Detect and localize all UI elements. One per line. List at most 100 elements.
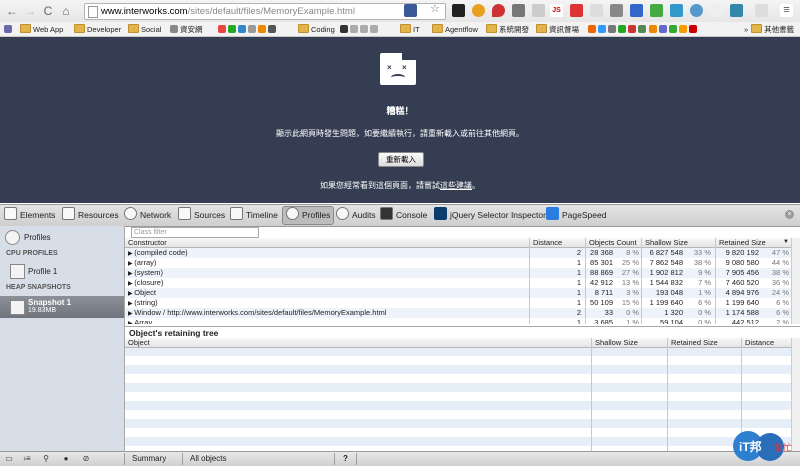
- home-icon[interactable]: ⌂: [58, 3, 74, 19]
- header-retained-size[interactable]: Retained Size: [719, 238, 766, 247]
- header-ret-distance[interactable]: Distance: [745, 338, 774, 347]
- dock-icon[interactable]: ▭: [3, 454, 15, 464]
- profiles-sidebar: Profiles CPU PROFILES Profile 1 HEAP SNA…: [0, 226, 125, 451]
- mail-icon[interactable]: [590, 4, 603, 17]
- console-drawer-icon[interactable]: ›≡: [21, 454, 33, 464]
- bookmark-security-site[interactable]: 資安網: [170, 24, 203, 35]
- cell-count-pct: 25 %: [621, 258, 639, 267]
- tab-jquery-selector[interactable]: jQuery Selector Inspector: [434, 207, 546, 224]
- cell-distance: 1: [576, 288, 581, 297]
- js-ext-icon[interactable]: JS: [550, 4, 563, 17]
- cell-count-pct: 13 %: [621, 278, 639, 287]
- summary-header: Constructor Distance Objects Count Shall…: [125, 238, 791, 248]
- bookmark-social[interactable]: Social: [128, 24, 161, 35]
- tab-audits[interactable]: Audits: [336, 207, 376, 224]
- ext-icon[interactable]: [512, 4, 525, 17]
- apps-icon[interactable]: [4, 24, 12, 35]
- table-row[interactable]: ▶ (system) 1 88 869 27 % 1 902 812 9 % 7 905 4…: [125, 268, 791, 278]
- tab-timeline[interactable]: Timeline: [230, 207, 278, 224]
- cell-shallow: 6 827 548: [649, 248, 683, 257]
- bookmark-info-market[interactable]: 資訊督場: [536, 24, 579, 35]
- tab-profiles[interactable]: Profiles: [282, 206, 335, 225]
- header-object[interactable]: Object: [128, 338, 150, 347]
- header-constructor[interactable]: Constructor: [128, 238, 167, 247]
- constructor-name: (array): [134, 258, 157, 267]
- summary-scrollbar[interactable]: [791, 238, 800, 324]
- cell-retained-pct: 6 %: [776, 308, 789, 317]
- cell-count: 50 109: [590, 298, 613, 307]
- back-icon[interactable]: ←: [4, 3, 20, 19]
- map-pin-icon[interactable]: [492, 4, 505, 17]
- bookmark-icons[interactable]: [218, 24, 277, 35]
- tab-network[interactable]: Network: [124, 207, 171, 224]
- shield-icon[interactable]: [755, 4, 768, 17]
- header-ret-retained[interactable]: Retained Size: [671, 338, 718, 347]
- facebook-ext-icon[interactable]: [404, 4, 417, 17]
- ext-icon[interactable]: [650, 4, 663, 17]
- bookmark-coding[interactable]: Coding: [298, 24, 335, 35]
- sad-tab-icon: × ×: [380, 52, 416, 85]
- cpu-profile-item[interactable]: Profile 1: [0, 262, 124, 280]
- header-distance[interactable]: Distance: [533, 238, 562, 247]
- bookmark-other[interactable]: » 其他書籤: [744, 24, 794, 35]
- tab-resources[interactable]: Resources: [62, 207, 119, 224]
- tab-elements[interactable]: Elements: [4, 207, 55, 224]
- bookmark-agentflow[interactable]: Agentflow: [432, 24, 478, 35]
- cell-shallow-pct: 0 %: [698, 308, 711, 317]
- ext-icon[interactable]: [452, 4, 465, 17]
- tab-console[interactable]: Console: [380, 207, 427, 224]
- header-shallow-size[interactable]: Shallow Size: [645, 238, 688, 247]
- ext-icon[interactable]: [730, 4, 743, 17]
- bookmark-icons-3[interactable]: [588, 24, 697, 35]
- table-row[interactable]: ▶ Object 1 8 711 3 % 193 048 1 % 4 894 976 24 %: [125, 288, 791, 298]
- bookmark-star-icon[interactable]: ☆: [430, 2, 440, 15]
- cell-count: 42 912: [590, 278, 613, 287]
- forward-icon[interactable]: →: [22, 3, 38, 19]
- bookmark-web-app[interactable]: Web App: [20, 24, 63, 35]
- close-icon[interactable]: ×: [785, 210, 794, 219]
- table-row[interactable]: ▶ (string) 1 50 109 15 % 1 199 640 6 % 1 199 6…: [125, 298, 791, 308]
- profiles-root[interactable]: Profiles: [0, 228, 124, 246]
- record-icon[interactable]: ●: [60, 454, 72, 464]
- bookmark-developer[interactable]: Developer: [74, 24, 121, 35]
- bookmark-it[interactable]: IT: [400, 24, 420, 35]
- ext-icon[interactable]: [532, 4, 545, 17]
- header-ret-shallow[interactable]: Shallow Size: [595, 338, 638, 347]
- reload-button[interactable]: 重新載入: [378, 152, 424, 167]
- tab-sources[interactable]: Sources: [178, 207, 225, 224]
- bookmarks-bar: Web App Developer Social 資安網 Coding IT A…: [0, 22, 800, 37]
- ext-icon[interactable]: [570, 4, 583, 17]
- view-selector[interactable]: Summary: [132, 453, 166, 465]
- ext-icon[interactable]: [472, 4, 485, 17]
- bookmark-icons-2[interactable]: [340, 24, 379, 35]
- ext-icon[interactable]: [690, 4, 703, 17]
- table-row[interactable]: ▶ (array) 1 85 301 25 % 7 862 548 38 % 9 080 5…: [125, 258, 791, 268]
- search-icon[interactable]: [710, 4, 723, 17]
- cpu-profile-icon: [10, 264, 25, 279]
- reload-icon[interactable]: C: [40, 3, 56, 19]
- page-icon: [88, 6, 98, 18]
- table-row[interactable]: ▶ Window / http://www.interworks.com/sit…: [125, 308, 791, 318]
- clear-icon[interactable]: ⊘: [80, 454, 92, 464]
- heap-snapshot-item[interactable]: Snapshot 1 19.83MB: [0, 296, 124, 318]
- table-row[interactable]: ▶ Array 1 3 685 1 % 59 104 0 % 442 512 2 %: [125, 318, 791, 324]
- folder-icon: [128, 24, 139, 33]
- facebook-icon[interactable]: [630, 4, 643, 17]
- heap-snapshot-icon: [10, 300, 25, 315]
- url-text: www.interworks.com/sites/default/files/M…: [101, 6, 355, 17]
- tab-pagespeed[interactable]: PageSpeed: [546, 207, 606, 224]
- bookmark-system-dev[interactable]: 系統開發: [486, 24, 529, 35]
- header-objects-count[interactable]: Objects Count: [589, 238, 637, 247]
- crash-title: 糟糕！: [386, 106, 414, 116]
- menu-icon[interactable]: ≡: [780, 4, 793, 17]
- ext-icon[interactable]: [670, 4, 683, 17]
- search-icon[interactable]: ⚲: [40, 454, 52, 464]
- table-row[interactable]: ▶ (compiled code) 2 28 368 8 % 6 827 548 33 %…: [125, 248, 791, 258]
- suggestions-link[interactable]: 這些建議: [440, 181, 472, 190]
- objects-filter-selector[interactable]: All objects: [190, 453, 226, 465]
- address-bar[interactable]: www.interworks.com/sites/default/files/M…: [84, 3, 446, 20]
- class-filter-input[interactable]: Class filter: [131, 227, 259, 238]
- help-button[interactable]: ?: [343, 453, 348, 465]
- table-row[interactable]: ▶ (closure) 1 42 912 13 % 1 544 832 7 % 7 460 …: [125, 278, 791, 288]
- print-icon[interactable]: [610, 4, 623, 17]
